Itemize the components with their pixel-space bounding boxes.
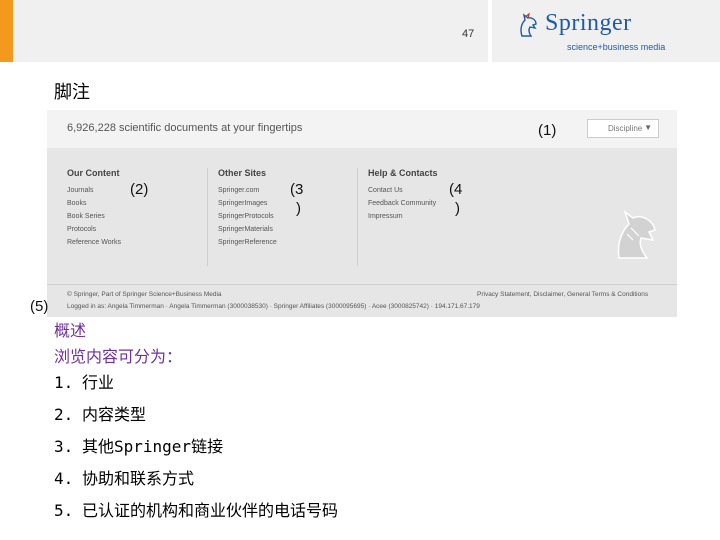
callout-marker-5: (5)	[30, 298, 49, 315]
footer-link[interactable]: Springer.com	[218, 184, 277, 197]
list-item: 2. 内容类型	[54, 404, 338, 436]
callout-marker-4-line1: (4	[449, 181, 463, 198]
document-count: 6,926,228 scientific documents at your f…	[67, 122, 303, 134]
column-other-sites: Other Sites Springer.com SpringerImages …	[218, 168, 277, 249]
list-item-number: 4.	[54, 469, 74, 488]
list-item-text: 其他Springer链接	[82, 437, 224, 456]
overview-subtitle: 浏览内容可分为：	[54, 347, 183, 366]
header-divider	[488, 0, 492, 62]
footer-divider	[47, 284, 677, 285]
section-title: 脚注	[54, 82, 90, 103]
discipline-select[interactable]: Discipline ▼	[587, 119, 659, 138]
footer-link[interactable]: SpringerMaterials	[218, 223, 277, 236]
column-heading: Other Sites	[218, 168, 267, 178]
dropdown-arrow-icon: ▼	[644, 123, 652, 132]
footer-link[interactable]: Journals	[67, 184, 121, 197]
list-item: 5. 已认证的机构和商业伙伴的电话号码	[54, 500, 338, 532]
list-item-number: 5.	[54, 501, 74, 520]
footer-legal-links[interactable]: Privacy Statement, Disclaimer, General T…	[477, 291, 648, 298]
discipline-select-value: Discipline	[608, 124, 643, 133]
footer-link[interactable]: Protocols	[67, 223, 121, 236]
footer-link[interactable]: SpringerProtocols	[218, 210, 277, 223]
footer-link[interactable]: Contact Us	[368, 184, 438, 197]
list-item-text: 行业	[82, 373, 115, 392]
callout-marker-3-line1: (3	[290, 181, 304, 198]
column-divider	[207, 168, 208, 266]
numbered-list: 1. 行业 2. 内容类型 3. 其他Springer链接 4. 协助和联系方式 5. 已…	[54, 372, 338, 532]
footer-logged-in: Logged in as: Angela Timmerman · Angela …	[67, 303, 480, 310]
footer-link[interactable]: Impressum	[368, 210, 438, 223]
footer-link[interactable]: SpringerReference	[218, 236, 277, 249]
springer-knight-icon	[617, 209, 656, 259]
list-item: 3. 其他Springer链接	[54, 436, 338, 468]
callout-marker-4-line2: )	[455, 200, 460, 217]
callout-marker-4: (4 )	[449, 180, 462, 218]
callout-marker-3-line2: )	[296, 200, 301, 217]
footer-copyright: © Springer, Part of Springer Science+Bus…	[67, 291, 222, 298]
callout-marker-3: (3 )	[290, 180, 303, 218]
list-item-number: 1.	[54, 373, 74, 392]
column-heading: Our Content	[67, 168, 120, 178]
logo-wordmark: Springer	[545, 10, 632, 36]
footer-link[interactable]: Reference Works	[67, 236, 121, 249]
list-item: 4. 协助和联系方式	[54, 468, 338, 500]
callout-marker-1: (1)	[538, 122, 557, 139]
footer-link[interactable]: SpringerImages	[218, 197, 277, 210]
column-heading: Help & Contacts	[368, 168, 438, 178]
page-number: 47	[462, 28, 475, 40]
springer-horse-icon	[520, 12, 537, 37]
website-footer-screenshot: 6,926,228 scientific documents at your f…	[47, 110, 677, 317]
list-item-text: 协助和联系方式	[82, 469, 195, 488]
column-divider	[357, 168, 358, 266]
footer-link[interactable]: Book Series	[67, 210, 121, 223]
column-help-contacts: Help & Contacts Contact Us Feedback Comm…	[368, 168, 438, 223]
accent-strip	[0, 0, 13, 62]
footer-link[interactable]: Feedback Community	[368, 197, 438, 210]
footer-link[interactable]: Books	[67, 197, 121, 210]
list-item-number: 2.	[54, 405, 74, 424]
overview-block: 概述 浏览内容可分为：	[54, 318, 182, 370]
list-item-text: 内容类型	[82, 405, 147, 424]
list-item: 1. 行业	[54, 372, 338, 404]
callout-marker-2: (2)	[130, 181, 149, 198]
overview-title: 概述	[54, 321, 87, 340]
logo-tagline: science+business media	[567, 42, 666, 52]
list-item-number: 3.	[54, 437, 74, 456]
column-our-content: Our Content Journals Books Book Series P…	[67, 168, 121, 249]
list-item-text: 已认证的机构和商业伙伴的电话号码	[82, 501, 339, 520]
